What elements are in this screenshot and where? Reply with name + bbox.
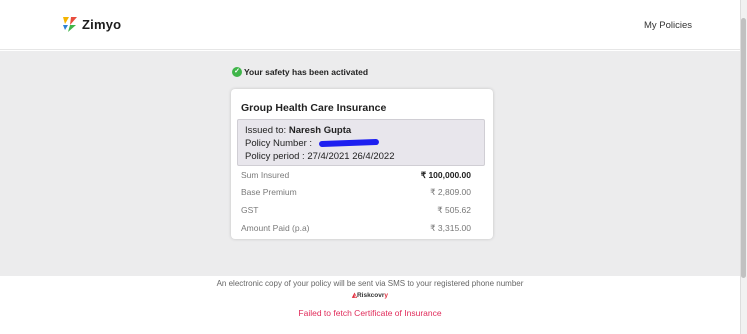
policy-details: Issued to: Naresh Gupta Policy Number : … <box>237 119 485 166</box>
issued-to-value: Naresh Gupta <box>288 125 352 136</box>
scrollbar-thumb[interactable] <box>741 18 746 278</box>
riskcovry-logo: ◭Riskcovry <box>351 292 389 299</box>
check-circle-icon: ✓ <box>232 67 242 77</box>
gst-row: GST ₹ 505.62 <box>241 205 473 215</box>
row-label: Base Premium <box>241 187 297 197</box>
issued-to-label: Issued to: <box>245 125 287 136</box>
certificate-error-message: Failed to fetch Certificate of Insurance <box>298 308 442 318</box>
zimyo-logo-icon <box>63 17 77 32</box>
base-premium-row: Base Premium ₹ 2,809.00 <box>241 187 473 197</box>
policy-card: Group Health Care Insurance Issued to: N… <box>231 89 493 239</box>
row-amount: ₹ 3,315.00 <box>430 223 471 233</box>
policy-period-value: 27/4/2021 26/4/2022 <box>307 151 395 162</box>
row-label: Sum Insured <box>241 170 290 180</box>
sum-insured-row: Sum Insured ₹ 100,000.00 <box>241 170 473 180</box>
electronic-copy-note: An electronic copy of your policy will b… <box>216 279 524 288</box>
scrollbar[interactable] <box>740 0 747 334</box>
row-amount: ₹ 505.62 <box>437 205 471 215</box>
row-label: GST <box>241 205 259 215</box>
policy-number-line: Policy Number : <box>245 138 379 149</box>
policy-number-label: Policy Number : <box>245 138 313 149</box>
top-header: Zimyo My Policies <box>0 0 747 50</box>
row-amount: ₹ 100,000.00 <box>420 170 471 180</box>
policy-period-line: Policy period : 27/4/2021 26/4/2022 <box>245 151 394 162</box>
amount-paid-row: Amount Paid (p.a) ₹ 3,315.00 <box>241 223 473 233</box>
row-label: Amount Paid (p.a) <box>241 223 310 233</box>
brand-name: Zimyo <box>82 16 122 32</box>
row-amount: ₹ 2,809.00 <box>430 187 471 197</box>
my-policies-link[interactable]: My Policies <box>644 20 692 31</box>
brand-logo[interactable]: Zimyo <box>62 15 121 33</box>
policy-title: Group Health Care Insurance <box>241 102 387 114</box>
issued-to-line: Issued to: Naresh Gupta <box>245 125 351 136</box>
safety-status-text: Your safety has been activated <box>244 67 369 77</box>
safety-status: ✓ Your safety has been activated <box>232 67 368 77</box>
redaction-mark <box>318 139 379 148</box>
policy-period-label: Policy period : <box>245 151 305 162</box>
